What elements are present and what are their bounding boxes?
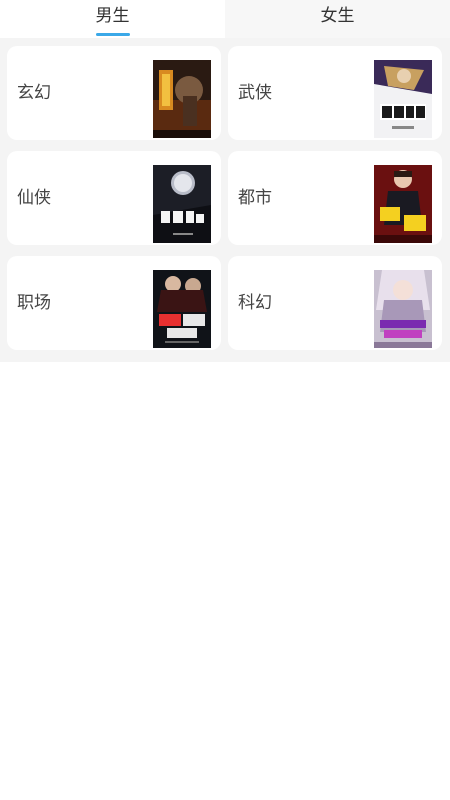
tab-male[interactable]: 男生 bbox=[0, 0, 225, 38]
tab-male-label: 男生 bbox=[95, 6, 130, 26]
book-cover-image bbox=[153, 270, 211, 348]
category-label: 职场 bbox=[17, 293, 51, 313]
category-label: 玄幻 bbox=[17, 83, 51, 103]
book-cover-image bbox=[374, 165, 432, 243]
category-card-xianxia[interactable]: 仙侠 bbox=[7, 151, 221, 245]
category-grid: 玄幻 武侠 仙侠 都市 职场 科幻 bbox=[0, 38, 450, 362]
category-card-xuanhuan[interactable]: 玄幻 bbox=[7, 46, 221, 140]
active-tab-indicator bbox=[95, 33, 130, 36]
book-cover-image bbox=[153, 60, 211, 138]
book-cover-image bbox=[374, 60, 432, 138]
category-label: 武侠 bbox=[238, 83, 272, 103]
tab-female[interactable]: 女生 bbox=[225, 0, 450, 38]
book-cover-image bbox=[374, 270, 432, 348]
category-card-zhichang[interactable]: 职场 bbox=[7, 256, 221, 350]
tab-female-label: 女生 bbox=[320, 6, 355, 26]
category-label: 科幻 bbox=[238, 293, 272, 313]
category-card-dushi[interactable]: 都市 bbox=[228, 151, 442, 245]
category-label: 仙侠 bbox=[17, 188, 51, 208]
category-card-kehuan[interactable]: 科幻 bbox=[228, 256, 442, 350]
category-card-wuxia[interactable]: 武侠 bbox=[228, 46, 442, 140]
book-cover-image bbox=[153, 165, 211, 243]
gender-tab-bar: 男生 女生 bbox=[0, 0, 450, 38]
category-label: 都市 bbox=[238, 188, 272, 208]
